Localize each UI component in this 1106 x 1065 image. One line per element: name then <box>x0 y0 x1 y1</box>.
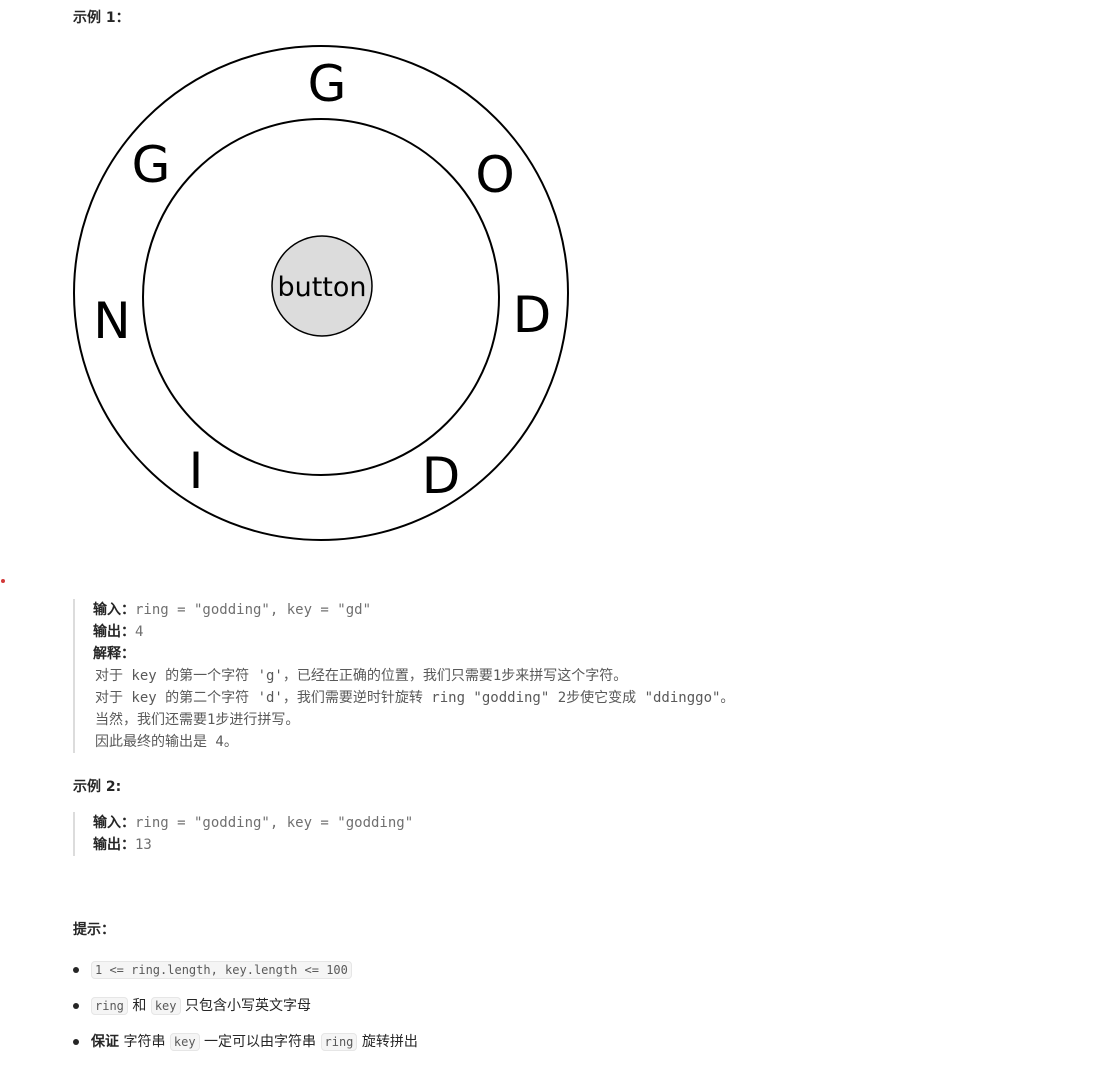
ring-diagram: button G O D D I N G <box>73 45 569 541</box>
explain-line: 当然，我们还需要1步进行拼写。 <box>95 712 300 728</box>
input-value: ring = "godding", key = "gd" <box>135 602 372 618</box>
hint-item: 1 <= ring.length, key.length <= 100 <box>73 957 418 993</box>
inline-code: ring <box>320 1033 358 1051</box>
hint-item: 保证 字符串 key 一定可以由字符串 ring 旋转拼出 <box>73 1029 418 1065</box>
hint-text: 字符串 <box>123 1034 166 1050</box>
input-label: 输入： <box>93 602 135 618</box>
hint-text: 和 <box>132 998 147 1014</box>
hints-heading: 提示： <box>73 922 115 938</box>
example-2-block: 输入：ring = "godding", key = "godding" 输出：… <box>73 812 413 856</box>
example-1-block: 输入：ring = "godding", key = "gd" 输出：4 解释：… <box>73 599 734 753</box>
input-label: 输入： <box>93 815 135 831</box>
explain-line: 对于 key 的第二个字符 'd'，我们需要逆时针旋转 ring "goddin… <box>95 690 735 706</box>
hint-bold: 保证 <box>91 1034 119 1050</box>
ring-letter: D <box>422 447 461 505</box>
ring-letter: I <box>189 442 204 500</box>
inline-code: key <box>150 997 181 1015</box>
explain-line: 因此最终的输出是 4。 <box>95 734 238 750</box>
output-label: 输出： <box>93 837 135 853</box>
output-label: 输出： <box>93 624 135 640</box>
ring-letter: G <box>132 136 171 194</box>
inline-code: 1 <= ring.length, key.length <= 100 <box>91 961 352 979</box>
inline-code: ring <box>91 997 128 1015</box>
explain-label: 解释： <box>93 646 135 662</box>
hint-text: 只包含小写英文字母 <box>184 998 311 1014</box>
explain-line: 对于 key 的第一个字符 'g'，已经在正确的位置，我们只需要1步来拼写这个字… <box>95 668 628 684</box>
hints-list: 1 <= ring.length, key.length <= 100 ring… <box>73 957 418 1065</box>
center-button-label: button <box>277 272 366 303</box>
output-value: 4 <box>135 624 144 640</box>
output-value: 13 <box>135 837 152 853</box>
example-2-heading: 示例 2: <box>73 779 122 795</box>
marker-dot <box>1 579 5 583</box>
ring-letter: G <box>308 55 347 113</box>
ring-letter: O <box>475 146 514 204</box>
ring-letter: D <box>513 286 552 344</box>
example-1-heading: 示例 1： <box>73 10 130 26</box>
input-value: ring = "godding", key = "godding" <box>135 815 414 831</box>
hint-item: ring 和 key 只包含小写英文字母 <box>73 993 418 1029</box>
ring-letter: N <box>93 292 130 350</box>
inline-code: key <box>169 1033 200 1051</box>
hint-text: 旋转拼出 <box>361 1034 418 1050</box>
hint-text: 一定可以由字符串 <box>204 1034 317 1050</box>
